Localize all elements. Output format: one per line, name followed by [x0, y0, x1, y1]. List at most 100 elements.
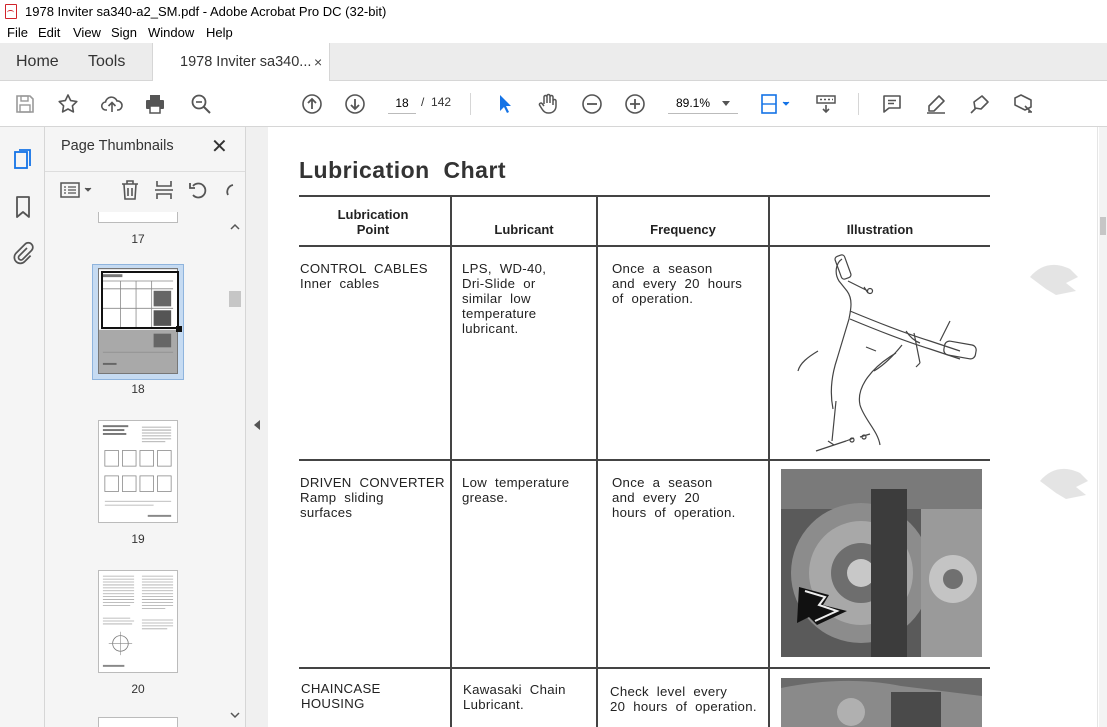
menu-window[interactable]: Window	[148, 25, 194, 40]
zoom-in-button[interactable]	[621, 90, 649, 118]
total-pages: 142	[431, 95, 452, 109]
bookmark-icon	[16, 196, 30, 218]
page-extract-icon	[155, 181, 173, 199]
thumbnail-label-17: 17	[131, 232, 145, 246]
page-thumbnails-icon	[14, 149, 31, 169]
panel-close-icon[interactable]: ✕	[211, 134, 228, 159]
thumbnail-page-17[interactable]	[98, 212, 178, 223]
thumbnail-label-18: 18	[131, 382, 145, 396]
toolbar-divider	[470, 93, 471, 115]
tab-close-icon[interactable]: ×	[314, 43, 322, 81]
rotate-counterclockwise-button[interactable]	[187, 178, 209, 202]
select-tool-button[interactable]	[491, 90, 519, 118]
fit-page-icon	[761, 94, 790, 114]
page-title: Lubrication Chart	[299, 157, 507, 183]
hand-icon	[538, 93, 557, 114]
tab-bar: Home Tools 1978 Inviter sa340... ×	[0, 43, 1107, 82]
menu-sign[interactable]: Sign	[111, 25, 137, 40]
table-column-rule	[596, 195, 598, 727]
thumbnail-label-19: 19	[131, 532, 145, 546]
arrow-up-circle-icon	[302, 94, 322, 114]
tab-document-label: 1978 Inviter sa340...	[180, 54, 312, 70]
rotate-left-icon	[189, 182, 207, 199]
thumbnail-options-button[interactable]	[59, 180, 95, 200]
thumbnail-page-19-preview	[102, 425, 172, 517]
cursor-arrow-icon	[500, 95, 511, 113]
menu-help[interactable]: Help	[206, 25, 233, 40]
menu-file[interactable]: File	[7, 25, 28, 40]
find-zoom-button[interactable]	[187, 90, 215, 118]
chaincase-housing-photo	[781, 678, 982, 727]
bookmark-star-button[interactable]	[54, 90, 82, 118]
bookmarks-nav-button[interactable]	[10, 194, 36, 220]
cloud-upload-icon	[100, 96, 123, 112]
attachments-nav-button[interactable]	[10, 240, 36, 266]
row-2-lubricant: Low temperature grease.	[462, 475, 570, 505]
panel-title: Page Thumbnails	[61, 138, 174, 154]
thumbnail-page-20[interactable]	[98, 570, 178, 673]
delete-pages-button[interactable]	[119, 178, 141, 202]
document-view[interactable]: Lubrication Chart Lubrication Point Lubr…	[268, 127, 1107, 727]
collapse-arrow-icon[interactable]	[254, 420, 260, 430]
thumbnail-scrollbar-thumb[interactable]	[229, 291, 241, 307]
tab-tools[interactable]: Tools	[88, 43, 125, 81]
row-1-lubricant: LPS, WD-40, Dri-Slide or similar low tem…	[462, 261, 547, 336]
previous-page-button[interactable]	[298, 90, 326, 118]
next-page-button[interactable]	[341, 90, 369, 118]
window-title: 1978 Inviter sa340-a2_SM.pdf - Adobe Acr…	[25, 4, 387, 19]
main-toolbar: / 142 89.1%	[0, 81, 1107, 127]
sign-button[interactable]	[966, 90, 994, 118]
chevron-up-icon[interactable]	[228, 222, 242, 232]
plus-circle-icon	[625, 94, 645, 114]
highlight-button[interactable]	[922, 90, 950, 118]
thumbnail-page-19[interactable]	[98, 420, 178, 523]
document-scrollbar[interactable]	[1099, 127, 1107, 727]
print-button[interactable]	[141, 90, 169, 118]
document-scrollbar-thumb[interactable]	[1100, 217, 1106, 235]
row-1-frequency: Once a season and every 20 hours of oper…	[612, 261, 743, 306]
row-2-frequency: Once a season and every 20 hours of oper…	[612, 475, 736, 520]
thumbnail-scrollbar[interactable]	[228, 212, 242, 727]
arrow-down-circle-icon	[345, 94, 365, 114]
upload-cloud-button[interactable]	[98, 90, 126, 118]
save-button[interactable]	[11, 90, 39, 118]
header-lubrication-point: Lubrication Point	[337, 207, 409, 237]
list-options-icon	[60, 182, 92, 198]
thumbnail-page-21[interactable]	[98, 717, 178, 727]
comment-button[interactable]	[878, 90, 906, 118]
header-frequency: Frequency	[650, 222, 716, 237]
title-bar: 1978 Inviter sa340-a2_SM.pdf - Adobe Acr…	[0, 0, 1107, 24]
table-column-rule	[768, 195, 770, 727]
hand-tool-button[interactable]	[534, 90, 562, 118]
thumbnail-page-20-preview	[102, 575, 174, 667]
page-thumbnails-nav-button[interactable]	[10, 147, 36, 173]
page-thumbnails-panel: Page Thumbnails ✕ 17 18 19 20	[45, 127, 245, 727]
extract-pages-button[interactable]	[153, 178, 175, 202]
thumbnail-page-18[interactable]	[98, 268, 182, 374]
page-count: / 142	[421, 95, 451, 109]
fill-sign-button[interactable]	[1009, 90, 1037, 118]
viewport-indicator[interactable]	[101, 271, 179, 329]
page-fit-button[interactable]	[757, 90, 793, 118]
menu-view[interactable]: View	[73, 25, 101, 40]
scroll-mode-button[interactable]	[812, 90, 840, 118]
row-3-frequency: Check level every 20 hours of operation.	[610, 684, 757, 714]
table-row-rule	[299, 459, 990, 461]
toolbar-divider	[858, 93, 859, 115]
page-number-input[interactable]	[388, 92, 416, 114]
zoom-out-button[interactable]	[578, 90, 606, 118]
panel-collapse-strip[interactable]	[245, 127, 268, 727]
rotate-clockwise-button[interactable]	[219, 178, 235, 202]
magnifier-minus-icon	[191, 94, 211, 114]
zoom-level-dropdown[interactable]: 89.1%	[668, 92, 738, 114]
page-edge	[1097, 127, 1098, 727]
pen-nib-icon	[970, 95, 989, 114]
viewport-resize-handle[interactable]	[176, 326, 182, 332]
tab-home[interactable]: Home	[16, 43, 59, 81]
page-separator: /	[421, 95, 425, 109]
thumbnail-list: 17 18 19 20	[45, 212, 227, 727]
menu-edit[interactable]: Edit	[38, 25, 60, 40]
tab-document[interactable]: 1978 Inviter sa340... ×	[152, 43, 330, 82]
chevron-down-icon[interactable]	[228, 710, 242, 720]
row-2-point: DRIVEN CONVERTER Ramp sliding surfaces	[300, 475, 445, 520]
